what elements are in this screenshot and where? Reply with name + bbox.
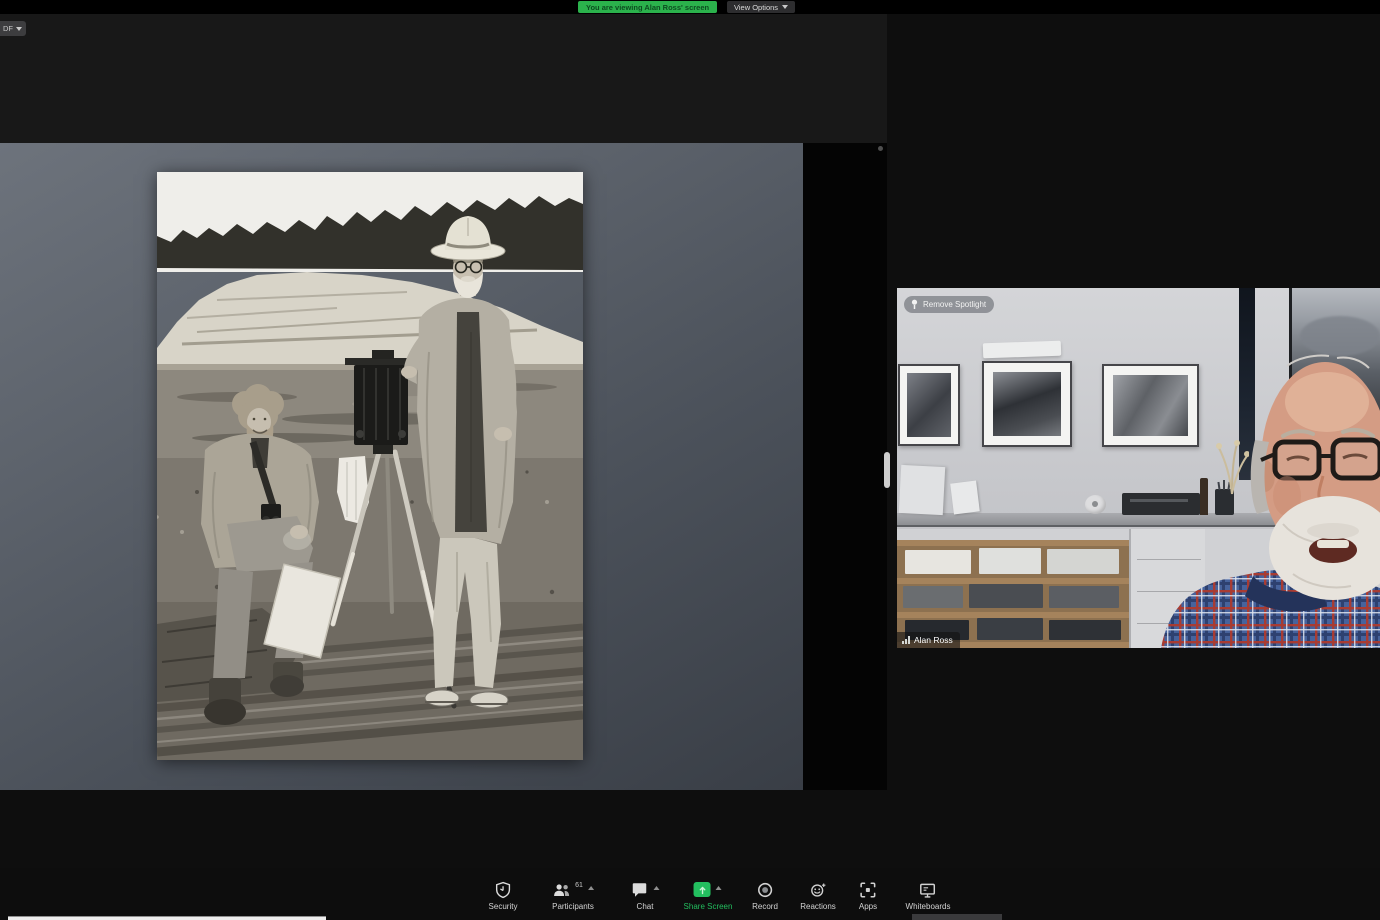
- spotlight-pin-icon: [910, 299, 919, 310]
- participants-label: Participants: [552, 902, 594, 911]
- reactions-icon: [809, 881, 827, 899]
- participants-icon: [552, 881, 572, 899]
- participant-name-text: Alan Ross: [914, 635, 953, 645]
- chevron-up-icon[interactable]: [716, 886, 722, 890]
- chat-icon: [631, 881, 649, 899]
- partial-dropdown-label: DF: [3, 24, 13, 33]
- reactions-button[interactable]: Reactions: [800, 881, 836, 911]
- presentation-right-panel: [803, 143, 887, 790]
- shield-icon: [495, 881, 512, 899]
- apps-icon: [859, 881, 877, 899]
- reactions-label: Reactions: [800, 902, 836, 911]
- share-screen-icon: [694, 882, 711, 897]
- chevron-down-icon: [16, 27, 22, 31]
- screen-share-banner: You are viewing Alan Ross' screen: [578, 1, 717, 13]
- shared-photo: [157, 172, 583, 760]
- chevron-up-icon[interactable]: [588, 886, 594, 890]
- partial-dropdown-button[interactable]: DF: [0, 21, 26, 36]
- panel-resize-handle[interactable]: [884, 452, 890, 488]
- underlying-window-edge: [8, 916, 326, 920]
- participant-name-label: Alan Ross: [897, 632, 960, 648]
- presentation-background: [0, 143, 803, 790]
- record-label: Record: [752, 902, 778, 911]
- participants-button[interactable]: 61 Participants: [552, 881, 594, 911]
- desk-webcam: [1085, 495, 1106, 514]
- participant-face: [1137, 344, 1380, 648]
- wall-photo-frame-2: [982, 361, 1072, 447]
- participants-count: 61: [575, 882, 583, 889]
- apps-label: Apps: [859, 902, 877, 911]
- whiteboards-button[interactable]: Whiteboards: [906, 881, 951, 911]
- record-icon: [756, 881, 774, 899]
- menu-dot-icon[interactable]: [878, 146, 883, 151]
- chat-button[interactable]: Chat: [631, 881, 660, 911]
- photo-sky: [157, 172, 583, 272]
- leaning-board: [899, 465, 945, 515]
- leaning-card: [950, 481, 980, 515]
- background-taskbar-fragment: [912, 914, 1002, 920]
- record-button[interactable]: Record: [752, 881, 778, 911]
- audio-level-icon: [902, 636, 910, 644]
- remove-spotlight-button[interactable]: Remove Spotlight: [904, 296, 994, 313]
- wall-photo-frame-1: [898, 364, 960, 446]
- chat-label: Chat: [637, 902, 654, 911]
- view-options-label: View Options: [734, 3, 778, 12]
- security-button[interactable]: Security: [489, 881, 518, 911]
- wall-shelf-object: [983, 341, 1061, 359]
- remove-spotlight-label: Remove Spotlight: [923, 300, 986, 309]
- meeting-toolbar: Security 61 Participants Chat: [0, 868, 1380, 920]
- apps-button[interactable]: Apps: [859, 881, 877, 911]
- shared-screen-content: [0, 143, 887, 790]
- chevron-up-icon[interactable]: [654, 886, 660, 890]
- view-options-button[interactable]: View Options: [727, 1, 795, 13]
- whiteboards-label: Whiteboards: [906, 902, 951, 911]
- whiteboard-icon: [919, 881, 937, 899]
- chevron-down-icon: [782, 5, 788, 9]
- security-label: Security: [489, 902, 518, 911]
- participant-video[interactable]: Remove Spotlight Alan Ross: [897, 288, 1380, 648]
- share-screen-button[interactable]: Share Screen: [684, 881, 733, 911]
- window-background: [0, 14, 887, 143]
- share-screen-label: Share Screen: [684, 902, 733, 911]
- screen-share-banner-text: You are viewing Alan Ross' screen: [586, 3, 709, 12]
